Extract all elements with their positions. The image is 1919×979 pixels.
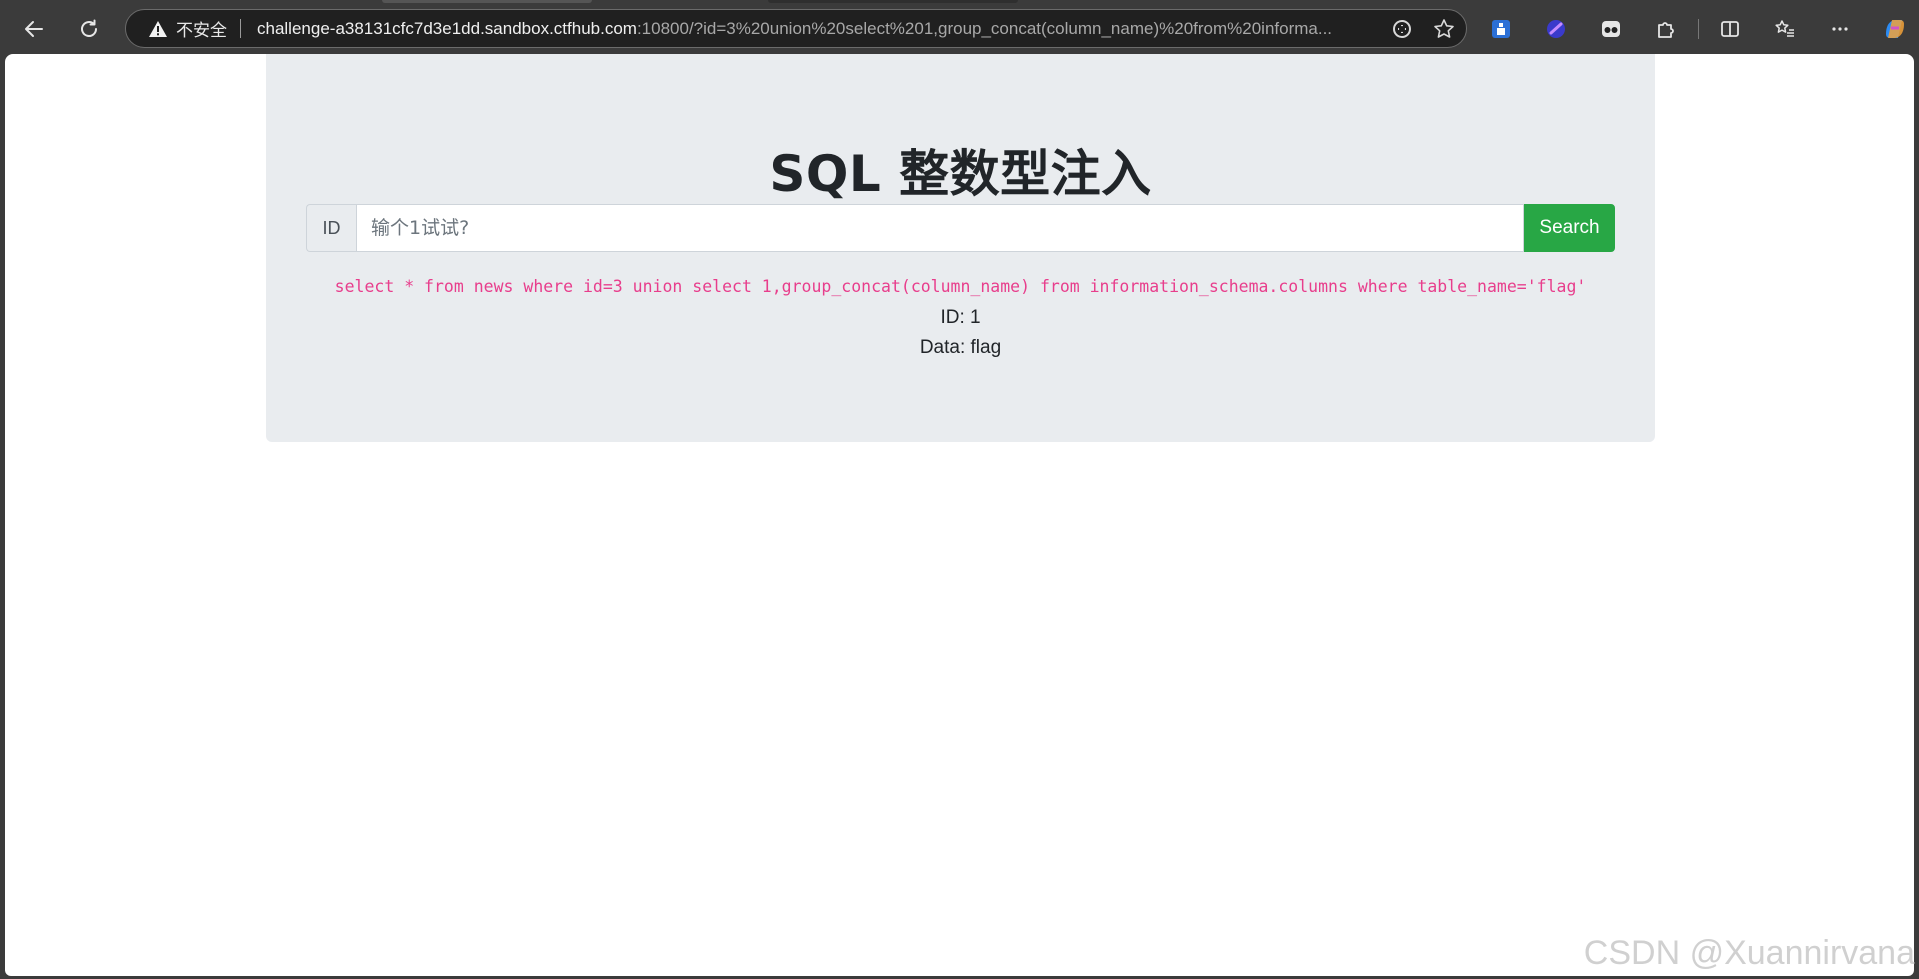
address-divider [240, 19, 241, 38]
read-aloud-icon[interactable] [1388, 15, 1416, 43]
page-viewport: SQL 整数型注入 ID Search select * from news w… [5, 54, 1914, 976]
address-bar-actions [1388, 10, 1458, 47]
tab-strip-edge [382, 0, 592, 3]
sql-query-text: select * from news where id=3 union sele… [334, 277, 1587, 296]
reload-button[interactable] [72, 12, 106, 46]
extensions-strip [1484, 12, 1919, 46]
extension-icon-blue[interactable] [1484, 12, 1518, 46]
url-text[interactable]: challenge-a38131cfc7d3e1dd.sandbox.ctfhu… [257, 19, 1342, 39]
toolbar-separator [1698, 19, 1699, 39]
favorites-list-icon[interactable] [1768, 12, 1802, 46]
search-button[interactable]: Search [1524, 204, 1615, 252]
watermark: CSDN @Xuannirvana [1583, 934, 1915, 972]
browser-window: 不安全 challenge-a38131cfc7d3e1dd.sandbox.c… [0, 0, 1919, 979]
reload-icon [78, 18, 100, 40]
tab-strip-edge [768, 0, 1018, 3]
back-button[interactable] [17, 12, 51, 46]
extension-icon-purple[interactable] [1539, 12, 1573, 46]
url-host: challenge-a38131cfc7d3e1dd.sandbox.ctfhu… [257, 18, 637, 38]
url-path: :10800/?id=3%20union%20select%201,group_… [636, 18, 1333, 38]
id-input-label: ID [306, 204, 356, 252]
security-status-label[interactable]: 不安全 [176, 16, 227, 41]
split-screen-icon[interactable] [1713, 12, 1747, 46]
result-data: Data: flag [919, 337, 1002, 358]
id-input[interactable] [356, 204, 1524, 252]
search-form: ID Search [306, 204, 1615, 252]
result-id: ID: 1 [940, 307, 981, 328]
extensions-puzzle-icon[interactable] [1649, 12, 1683, 46]
page-title: SQL 整数型注入 [769, 145, 1152, 203]
browser-toolbar: 不安全 challenge-a38131cfc7d3e1dd.sandbox.c… [0, 0, 1919, 56]
jumbotron-panel: SQL 整数型注入 ID Search select * from news w… [266, 54, 1655, 442]
back-arrow-icon [23, 18, 45, 40]
favorite-star-icon[interactable] [1430, 15, 1458, 43]
address-bar[interactable]: 不安全 challenge-a38131cfc7d3e1dd.sandbox.c… [125, 9, 1467, 48]
more-menu-icon[interactable] [1823, 12, 1857, 46]
extension-icon-glasses[interactable] [1594, 12, 1628, 46]
copilot-icon[interactable] [1878, 12, 1912, 46]
warning-triangle-icon[interactable] [148, 19, 168, 39]
